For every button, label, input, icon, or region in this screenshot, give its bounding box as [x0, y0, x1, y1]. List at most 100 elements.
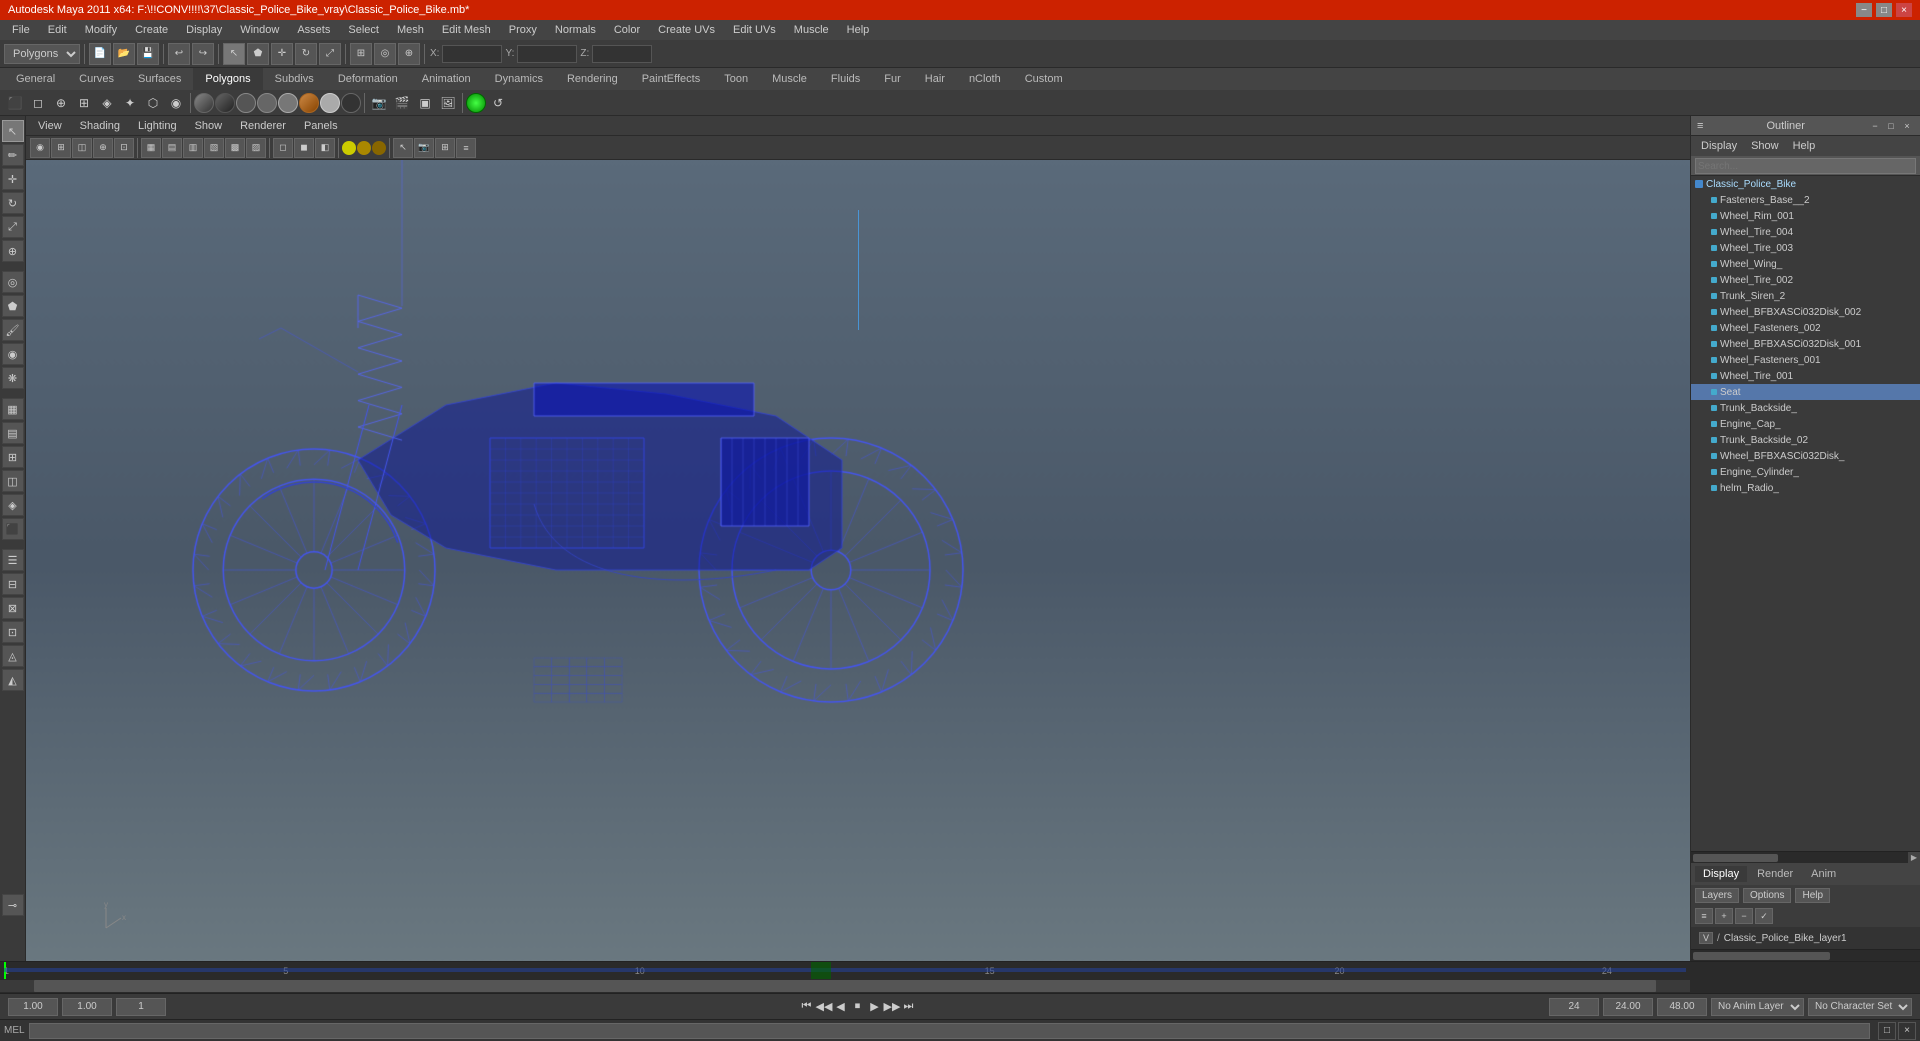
menu-display[interactable]: Display [178, 22, 230, 38]
open-btn[interactable]: 📂 [113, 43, 135, 65]
soft-select-btn[interactable]: ◎ [2, 271, 24, 293]
light-icon2[interactable] [357, 141, 371, 155]
grid-btn[interactable]: ⊞ [2, 446, 24, 468]
menu-color[interactable]: Color [606, 22, 648, 38]
light-sphere-icon[interactable] [320, 93, 340, 113]
outliner-menu-display[interactable]: Display [1695, 138, 1743, 154]
char-set-select[interactable]: No Character Set [1808, 998, 1912, 1016]
layer-icon-1[interactable]: ≡ [1695, 908, 1713, 924]
menu-edituvs[interactable]: Edit UVs [725, 22, 784, 38]
scale-tool[interactable]: ⤢ [319, 43, 341, 65]
flat-shade-icon[interactable] [215, 93, 235, 113]
frame-end-input[interactable] [1549, 998, 1599, 1016]
maximize-button[interactable]: □ [1876, 3, 1892, 17]
undo-btn[interactable]: ↩ [168, 43, 190, 65]
tab-render[interactable]: Render [1749, 866, 1801, 882]
stop-btn[interactable]: ⏹ [850, 999, 866, 1015]
display-mode-btn[interactable]: ▤ [2, 422, 24, 444]
vp-menu-lighting[interactable]: Lighting [130, 118, 185, 134]
mel-icon1[interactable]: □ [1878, 1022, 1896, 1040]
tab-hair[interactable]: Hair [913, 68, 957, 90]
icon-cam1[interactable]: 📷 [368, 92, 390, 114]
icon-select3[interactable]: ⊕ [50, 92, 72, 114]
tab-general[interactable]: General [4, 68, 67, 90]
workspace-select[interactable]: Polygons [4, 44, 80, 64]
outliner-minimize[interactable]: − [1868, 119, 1882, 133]
outliner-item-4[interactable]: Wheel_Tire_003 [1691, 240, 1920, 256]
select-tool[interactable]: ↖ [223, 43, 245, 65]
y-input[interactable] [517, 45, 577, 63]
green-circle-icon[interactable] [466, 93, 486, 113]
vp-icon6[interactable]: ▦ [141, 138, 161, 158]
paint-btn[interactable]: 🖌 [2, 319, 24, 341]
dark-sphere-icon[interactable] [341, 93, 361, 113]
snap-pt-btn[interactable]: ⊕ [398, 43, 420, 65]
outliner-hscroll[interactable]: ▶ [1691, 851, 1920, 863]
vp-icon11[interactable]: ▨ [246, 138, 266, 158]
outliner-item-12[interactable]: Wheel_Tire_001 [1691, 368, 1920, 384]
menu-proxy[interactable]: Proxy [501, 22, 545, 38]
vp-menu-show[interactable]: Show [187, 118, 231, 134]
prev-frame-btn[interactable]: ◀ [833, 999, 849, 1015]
outliner-item-10[interactable]: Wheel_BFBXASCi032Disk_001 [1691, 336, 1920, 352]
vp-icon3[interactable]: ◫ [72, 138, 92, 158]
options-tab[interactable]: Options [1743, 888, 1791, 903]
icon-select7[interactable]: ⬡ [142, 92, 164, 114]
right-panel-hscroll[interactable] [1691, 949, 1920, 961]
vp-icon-grid2[interactable]: ⊞ [435, 138, 455, 158]
vp-icon9[interactable]: ▧ [204, 138, 224, 158]
save-btn[interactable]: 💾 [137, 43, 159, 65]
outliner-item-3[interactable]: Wheel_Tire_004 [1691, 224, 1920, 240]
smooth-shade-icon[interactable] [194, 93, 214, 113]
vp-icon1[interactable]: ◉ [30, 138, 50, 158]
vp-icon7[interactable]: ▤ [162, 138, 182, 158]
snap-curve-btn[interactable]: ◎ [374, 43, 396, 65]
sphere-icon3[interactable] [278, 93, 298, 113]
outliner-item-1[interactable]: Fasteners_Base__2 [1691, 192, 1920, 208]
outliner-menu-help[interactable]: Help [1787, 138, 1822, 154]
select-tool-btn[interactable]: ↖ [2, 120, 24, 142]
time-start-input[interactable] [8, 998, 58, 1016]
tab-subdivs[interactable]: Subdivs [263, 68, 326, 90]
outliner-item-0[interactable]: Classic_Police_Bike [1691, 176, 1920, 192]
rotate-btn[interactable]: ↻ [2, 192, 24, 214]
outliner-close[interactable]: × [1900, 119, 1914, 133]
scale-btn[interactable]: ⤢ [2, 216, 24, 238]
menu-mesh[interactable]: Mesh [389, 22, 432, 38]
viewport-3d[interactable]: x y [26, 160, 1690, 961]
outliner-item-15[interactable]: Engine_Cap_ [1691, 416, 1920, 432]
outliner-item-17[interactable]: Wheel_BFBXASCi032Disk_ [1691, 448, 1920, 464]
menu-file[interactable]: File [4, 22, 38, 38]
layer-icon-3[interactable]: − [1735, 908, 1753, 924]
menu-assets[interactable]: Assets [289, 22, 338, 38]
outliner-item-14[interactable]: Trunk_Backside_ [1691, 400, 1920, 416]
rotate-tool[interactable]: ↻ [295, 43, 317, 65]
menu-editmesh[interactable]: Edit Mesh [434, 22, 499, 38]
tab-rendering[interactable]: Rendering [555, 68, 630, 90]
menu-help[interactable]: Help [839, 22, 878, 38]
layer-display-btn[interactable]: ▦ [2, 398, 24, 420]
outliner-menu-show[interactable]: Show [1745, 138, 1785, 154]
show-manipulator-btn[interactable]: ⊕ [2, 240, 24, 262]
outliner-item-6[interactable]: Wheel_Tire_002 [1691, 272, 1920, 288]
icon-render[interactable]: 🖼 [437, 92, 459, 114]
outliner-item-5[interactable]: Wheel_Wing_ [1691, 256, 1920, 272]
timeline[interactable]: 1 5 10 15 20 24 [0, 962, 1690, 979]
menu-modify[interactable]: Modify [77, 22, 125, 38]
icon-select6[interactable]: ✦ [119, 92, 141, 114]
tab-polygons[interactable]: Polygons [193, 68, 262, 90]
outliner-item-seat[interactable]: Seat [1691, 384, 1920, 400]
vp-icon14[interactable]: ◧ [315, 138, 335, 158]
lasso-btn[interactable]: ⬟ [2, 295, 24, 317]
vp-menu-renderer[interactable]: Renderer [232, 118, 294, 134]
anim-layer-select[interactable]: No Anim Layer [1711, 998, 1804, 1016]
help-tab[interactable]: Help [1795, 888, 1830, 903]
tab-deformation[interactable]: Deformation [326, 68, 410, 90]
play-btn[interactable]: ▶ [867, 999, 883, 1015]
menu-create[interactable]: Create [127, 22, 176, 38]
sculpt-btn[interactable]: ◉ [2, 343, 24, 365]
vp-menu-view[interactable]: View [30, 118, 70, 134]
tab-ncloth[interactable]: nCloth [957, 68, 1013, 90]
next-frame-btn[interactable]: ▶▶ [884, 999, 900, 1015]
outliner-float[interactable]: □ [1884, 119, 1898, 133]
